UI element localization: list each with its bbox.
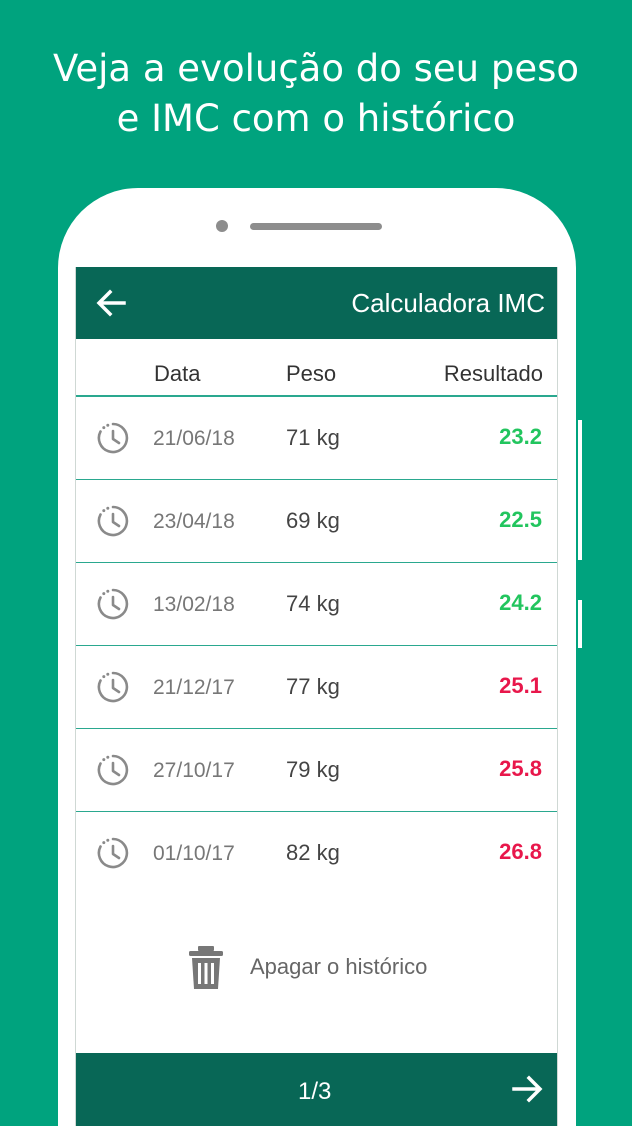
row-result: 25.8 <box>499 756 542 781</box>
row-weight: 82 kg <box>286 840 340 865</box>
arrow-right-icon[interactable] <box>509 1071 545 1107</box>
row-result: 23.2 <box>499 424 542 449</box>
row-weight: 69 kg <box>286 508 340 533</box>
row-weight: 77 kg <box>286 674 340 699</box>
pagination-footer: 1/3 <box>76 1053 557 1126</box>
app-screen: Calculadora IMC Data Peso Resultado 21/0… <box>75 267 558 1126</box>
history-row[interactable]: 23/04/18 69 kg 22.5 <box>76 480 557 563</box>
clock-history-icon <box>97 754 129 786</box>
row-weight: 79 kg <box>286 757 340 782</box>
clock-history-icon <box>97 505 129 537</box>
row-date: 27/10/17 <box>153 759 235 782</box>
header-data: Data <box>154 361 201 386</box>
row-date: 01/10/17 <box>153 842 235 865</box>
row-date: 21/06/18 <box>153 427 235 450</box>
row-result: 22.5 <box>499 507 542 532</box>
clock-history-icon <box>97 588 129 620</box>
clock-history-icon <box>97 671 129 703</box>
clear-history-button[interactable]: Apagar o histórico <box>188 945 427 989</box>
history-list: 21/06/18 71 kg 23.2 23/04/18 69 kg 22.5 13/02/… <box>76 397 557 895</box>
history-row[interactable]: 13/02/18 74 kg 24.2 <box>76 563 557 646</box>
arrow-left-icon[interactable] <box>94 285 130 321</box>
clock-history-icon <box>97 422 129 454</box>
row-date: 23/04/18 <box>153 510 235 533</box>
phone-power-button <box>578 600 582 648</box>
row-date: 21/12/17 <box>153 676 235 699</box>
header-peso: Peso <box>286 361 337 386</box>
row-result: 25.1 <box>499 673 542 698</box>
history-row[interactable]: 21/06/18 71 kg 23.2 <box>76 397 557 480</box>
history-row[interactable]: 27/10/17 79 kg 25.8 <box>76 729 557 812</box>
history-row[interactable]: 01/10/17 82 kg 26.8 <box>76 812 557 895</box>
row-weight: 71 kg <box>286 425 340 450</box>
row-result: 26.8 <box>499 839 542 864</box>
row-date: 13/02/18 <box>153 593 235 616</box>
clock-history-icon <box>97 837 129 869</box>
trash-icon <box>189 946 223 989</box>
phone-camera <box>216 220 228 232</box>
history-table-header: Data Peso Resultado <box>76 339 557 397</box>
promo-heading: Veja a evolução do seu peso e IMC com o … <box>0 44 632 144</box>
promo-line-1: Veja a evolução do seu peso <box>52 47 580 90</box>
promo-line-2: e IMC com o histórico <box>116 97 516 140</box>
row-weight: 74 kg <box>286 591 340 616</box>
history-row[interactable]: 21/12/17 77 kg 25.1 <box>76 646 557 729</box>
app-title: Calculadora IMC <box>351 287 545 318</box>
app-bar: Calculadora IMC <box>76 267 557 339</box>
phone-volume-button <box>578 420 582 560</box>
header-resultado: Resultado <box>443 361 543 386</box>
clear-history-label: Apagar o histórico <box>250 954 428 979</box>
page-indicator: 1/3 <box>298 1078 332 1105</box>
phone-speaker <box>250 223 382 230</box>
row-result: 24.2 <box>499 590 542 615</box>
